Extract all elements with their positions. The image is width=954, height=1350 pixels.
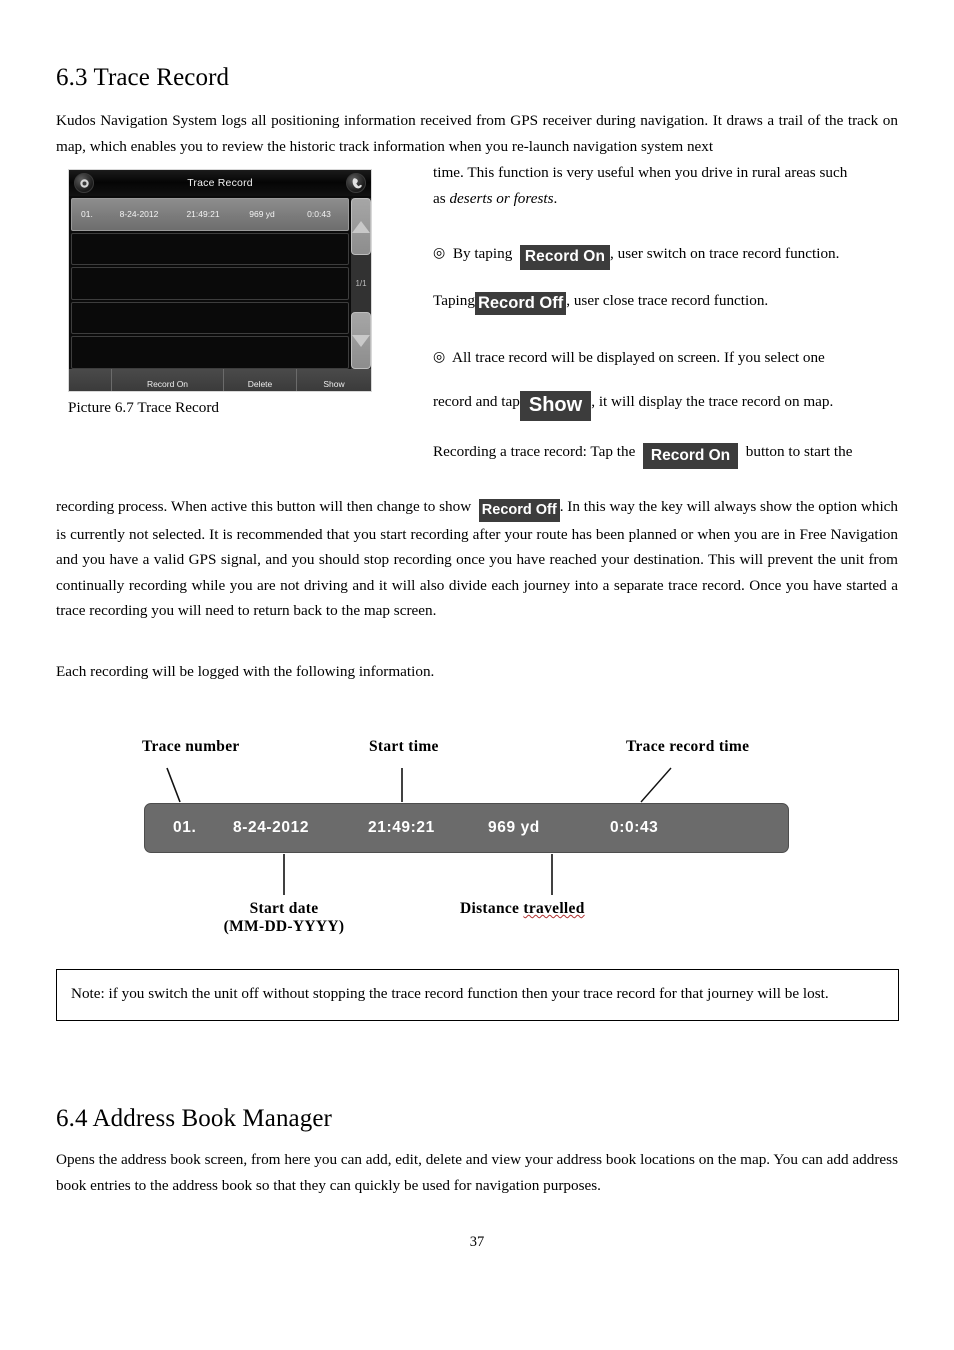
label-start-time: Start time [369, 738, 439, 755]
bullet-2-text: All trace record will be displayed on sc… [451, 349, 825, 366]
scroll-up-button[interactable] [351, 198, 371, 255]
trace-record-list: 01. 8-24-2012 21:49:21 969 yd 0:0:43 [71, 198, 349, 369]
back-icon[interactable] [74, 173, 94, 193]
device-list-area: 01. 8-24-2012 21:49:21 969 yd 0:0:43 1/1 [69, 196, 371, 369]
bullet-1-line: ◎ By taping Record On, user switch on tr… [433, 241, 898, 270]
show-button[interactable]: Show [296, 369, 371, 391]
triangle-up-icon [352, 220, 370, 233]
table-row[interactable] [71, 232, 349, 265]
row-record-time: 0:0:43 [307, 209, 331, 220]
scroll-down-button[interactable] [351, 312, 371, 369]
each-recording-text: Each recording will be logged with the f… [56, 663, 435, 680]
device-titlebar: Trace Record [69, 170, 371, 196]
section-6-4-text: Opens the address book screen, from here… [56, 1151, 898, 1194]
bullet-1-after: , user switch on trace record function. [610, 245, 840, 262]
bar-trace-number: 01. [173, 819, 197, 836]
bullet-1-line2: Taping Record Off, user close trace recor… [433, 288, 898, 315]
bar-record-time: 0:0:43 [610, 819, 659, 836]
full-para-before: recording process. When active this butt… [56, 498, 472, 515]
bar-distance: 969 yd [488, 819, 540, 836]
record-on-button[interactable]: Record On [111, 369, 223, 391]
bullet-2-line: ◎ All trace record will be displayed on … [433, 345, 898, 371]
each-recording-paragraph: Each recording will be logged with the f… [56, 659, 756, 685]
section-6-4-paragraph: Opens the address book screen, from here… [56, 1147, 898, 1198]
show-before: record and tap [433, 392, 520, 410]
device-footer-toolbar: Record On Delete Show [69, 369, 371, 391]
label-trace-record-time: Trace record time [626, 738, 750, 755]
page-number: 37 [469, 1234, 485, 1250]
section-heading-6-4: 6.4 Address Book Manager [56, 1105, 332, 1132]
table-row[interactable] [71, 336, 349, 369]
section-heading-6-3: 6.3 Trace Record [56, 64, 230, 91]
full-paragraph-text: recording process. When active this butt… [56, 494, 898, 624]
device-title-text: Trace Record [187, 177, 253, 189]
recording-before: Recording a trace record: Tap the [433, 442, 636, 460]
note-box: Note: if you switch the unit off without… [56, 969, 899, 1021]
label-distance-plain: Distance [460, 900, 524, 917]
bullet-marker: ◎ [433, 246, 446, 261]
note-box-text: Note: if you switch the unit off without… [71, 985, 829, 1002]
show-button-glyph[interactable]: Show [519, 390, 592, 421]
row-distance: 969 yd [249, 209, 275, 220]
taping-before: Taping [433, 291, 475, 309]
trace-record-annotated-diagram: Trace number Start time Trace record tim… [56, 720, 898, 955]
record-on-button-glyph[interactable]: Record On [519, 245, 611, 270]
device-screenshot-figure: Trace Record 01. 8-24-2012 21:49:21 969 … [68, 169, 372, 417]
intro-cont-plain: as [433, 189, 450, 207]
table-row[interactable] [71, 267, 349, 300]
page-indicator: 1/1 [351, 255, 371, 312]
record-on-button-glyph-2[interactable]: Record On [642, 442, 739, 469]
label-distance-travelled: Distance travelled [460, 900, 585, 918]
bullet-1-before: By taping [452, 245, 513, 262]
bullet-marker: ◎ [433, 350, 446, 365]
row-trace-number: 01. [81, 209, 93, 220]
delete-button[interactable]: Delete [223, 369, 296, 391]
record-off-button-glyph[interactable]: Record Off [474, 291, 567, 315]
bar-start-date: 8-24-2012 [233, 819, 310, 836]
triangle-down-icon [352, 334, 370, 347]
table-row[interactable] [71, 301, 349, 334]
taping-after: , user close trace record function. [566, 291, 769, 309]
bullet-2-line2: record and tap Show, it will display the … [433, 389, 898, 421]
show-after: , it will display the trace record on ma… [591, 392, 834, 410]
intro-continued-line1: time. This function is very useful when … [433, 164, 848, 181]
label-start-date-line1: Start date [249, 900, 319, 917]
intro-paragraph: Kudos Navigation System logs all positio… [56, 108, 898, 159]
footer-spacer [69, 369, 111, 391]
row-start-time: 21:49:21 [186, 209, 220, 220]
figure-caption: Picture 6.7 Trace Record [68, 399, 219, 416]
intro-paragraph-text: Kudos Navigation System logs all positio… [56, 112, 898, 155]
device-scrollbar[interactable]: 1/1 [351, 198, 371, 369]
full-width-paragraph: recording process. When active this butt… [56, 494, 898, 624]
table-row[interactable]: 01. 8-24-2012 21:49:21 969 yd 0:0:43 [71, 198, 349, 231]
full-para-after: . In this way the key will always show t… [56, 498, 899, 620]
recording-after: button to start the [745, 442, 853, 460]
label-start-date-line2: (MM-DD-YYYY) [223, 918, 345, 935]
intro-cont-end: . [553, 189, 558, 207]
right-column-text: time. This function is very useful when … [433, 160, 898, 469]
record-off-button-glyph-2[interactable]: Record Off [478, 499, 560, 522]
phone-icon[interactable] [346, 173, 366, 193]
intro-continued-line2: as deserts or forests. [433, 186, 898, 212]
trace-record-bar: 01. 8-24-2012 21:49:21 969 yd 0:0:43 [144, 803, 789, 853]
device-screen: Trace Record 01. 8-24-2012 21:49:21 969 … [68, 169, 372, 392]
label-trace-number: Trace number [142, 738, 240, 755]
label-travelled-squiggle: travelled [523, 900, 585, 917]
intro-cont-italic: deserts or forests [449, 189, 554, 207]
label-start-date: Start date (MM-DD-YYYY) [216, 900, 352, 936]
recording-line: Recording a trace record: Tap the Record… [433, 439, 898, 469]
document-page: 6.3 Trace Record Kudos Navigation System… [0, 0, 954, 1350]
bar-start-time: 21:49:21 [368, 819, 435, 836]
row-start-date: 8-24-2012 [119, 209, 159, 220]
